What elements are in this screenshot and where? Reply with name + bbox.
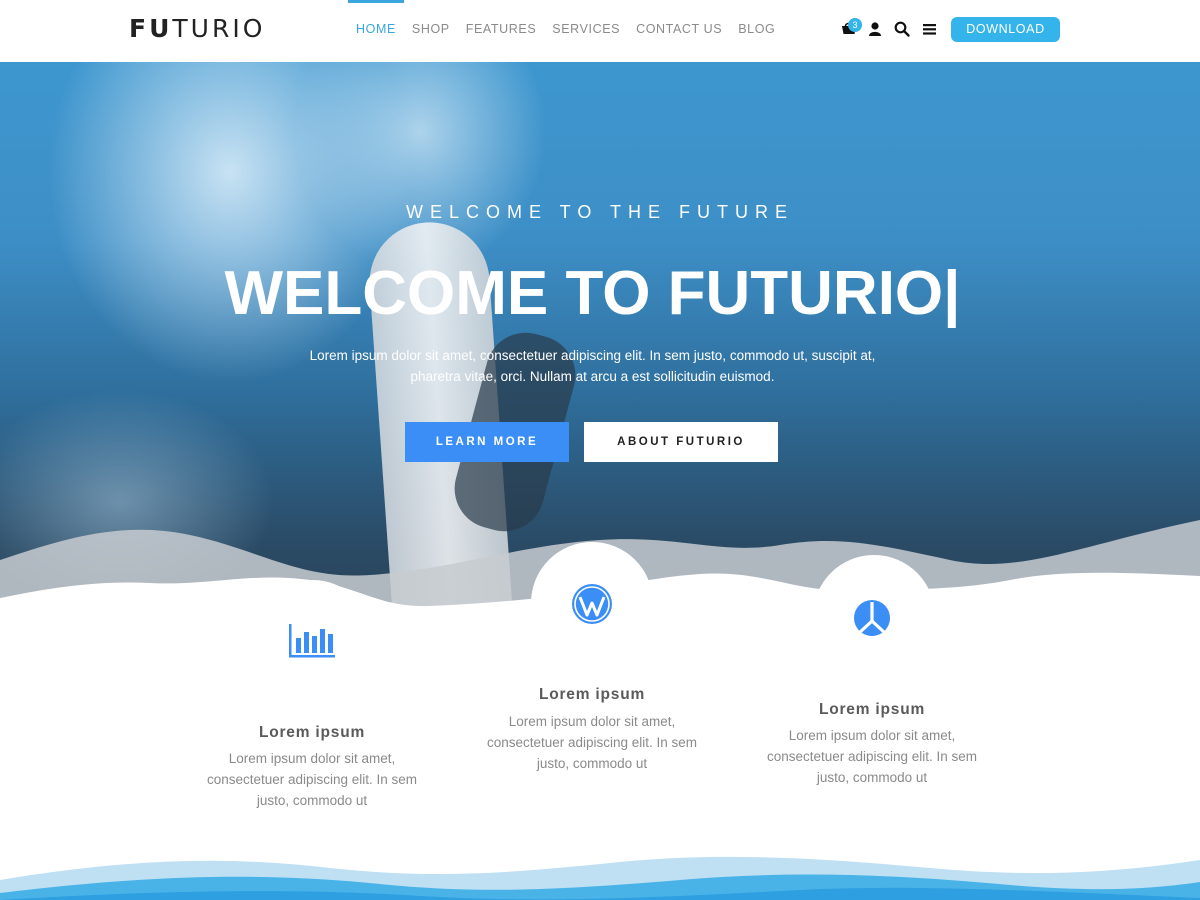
main-nav: HOME SHOP FEATURES SERVICES CONTACT US B… [348,0,783,62]
download-button[interactable]: DOWNLOAD [951,17,1060,42]
bar-chart-icon [289,624,335,658]
wordpress-icon [572,584,612,624]
nav-services[interactable]: SERVICES [544,0,628,62]
learn-more-button[interactable]: LEARN MORE [405,422,569,462]
logo-light-text: TURIO [172,14,266,43]
nav-features[interactable]: FEATURES [458,0,545,62]
hero-description: Lorem ipsum dolor sit amet, consectetuer… [309,348,876,384]
page: WELCOME TO THE FUTURE WELCOME TO FUTURIO… [0,0,1200,900]
logo-bold-text: FU [129,14,173,43]
nav-shop[interactable]: SHOP [404,0,458,62]
nav-contact-us[interactable]: CONTACT US [628,0,730,62]
about-futurio-button[interactable]: ABOUT FUTURIO [584,422,778,462]
menu-icon[interactable] [921,20,939,38]
aperture-icon [854,600,890,636]
feature-title-1: Lorem ipsum [258,724,366,741]
cart-count-badge: 3 [848,18,862,32]
site-logo[interactable]: FUTURIO [129,14,265,43]
feature-title-3: Lorem ipsum [818,701,926,718]
feature-text-1: Lorem ipsum dolor sit amet, consectetuer… [206,751,418,808]
site-header: FUTURIO HOME SHOP FEATURES SERVICES CONT… [0,0,1200,62]
feature-title-2: Lorem ipsum [538,686,646,703]
user-icon[interactable] [866,20,884,38]
hero-kicker: WELCOME TO THE FUTURE [405,202,795,222]
nav-blog[interactable]: BLOG [730,0,783,62]
hero-title: WELCOME TO FUTURIO| [224,259,961,328]
feature-text-3: Lorem ipsum dolor sit amet, consectetuer… [766,728,978,785]
feature-text-2: Lorem ipsum dolor sit amet, consectetuer… [486,714,698,771]
search-icon[interactable] [893,20,911,38]
nav-home[interactable]: HOME [348,0,404,62]
